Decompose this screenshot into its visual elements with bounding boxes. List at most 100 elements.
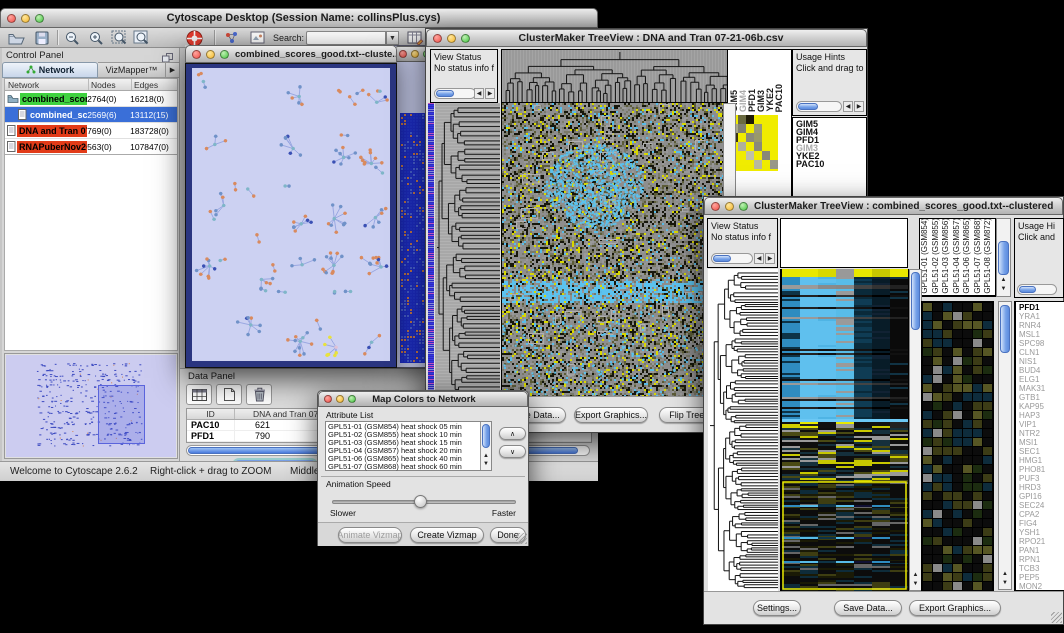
scroll-left-icon[interactable]: ◀ (754, 253, 764, 264)
scroll-down-icon[interactable]: ▼ (910, 580, 921, 589)
scroll-left-icon[interactable]: ◀ (474, 88, 484, 99)
minimize-icon[interactable] (21, 14, 30, 23)
tv2-heatmap-canvas[interactable] (780, 269, 909, 591)
main-title-bar[interactable]: Cytoscape Desktop (Session Name: collins… (0, 8, 598, 28)
select-attributes-icon[interactable] (186, 384, 212, 405)
move-up-button[interactable]: ∧ (499, 427, 526, 440)
minimize-icon[interactable] (725, 202, 734, 211)
tv2-usage-scrollbar[interactable] (1017, 284, 1057, 295)
gene-label[interactable]: FIG4 (1019, 519, 1064, 528)
gene-label[interactable]: TCB3 (1019, 564, 1064, 573)
move-down-button[interactable]: ∨ (499, 445, 526, 458)
zoom-in-icon[interactable] (84, 29, 108, 47)
scroll-right-icon[interactable]: ▶ (765, 253, 775, 264)
close-icon[interactable] (7, 14, 16, 23)
zoom-window-icon[interactable] (739, 202, 748, 211)
animate-vizmap-button[interactable]: Animate Vizmap (338, 527, 402, 543)
network-list-row[interactable]: combined_sco2569(6)13112(15) (5, 107, 177, 123)
tabs-more-button[interactable]: ▶ (166, 62, 180, 78)
gene-label[interactable]: HRD3 (1019, 483, 1064, 492)
scroll-right-icon[interactable]: ▶ (854, 101, 864, 112)
tv2-zoom-vscrollbar[interactable]: ▲ ▼ (998, 301, 1012, 590)
gene-label[interactable]: PEP5 (1019, 573, 1064, 582)
delete-attribute-trash-icon[interactable] (246, 384, 272, 405)
settings-button[interactable]: Settings... (753, 600, 801, 616)
tv1-row-dendrogram-canvas[interactable] (435, 103, 500, 396)
save-icon[interactable] (30, 29, 54, 47)
zoom-window-icon[interactable] (348, 395, 356, 403)
network-list-row[interactable]: RNAPuberNov2+1563(0)107847(0) (5, 139, 177, 155)
save-data-button[interactable]: Save Data... (834, 600, 902, 616)
zoom-selected-icon[interactable] (130, 29, 154, 47)
gene-label[interactable]: PFD1 (1019, 303, 1064, 312)
tv1-usage-scrollbar[interactable] (796, 101, 842, 112)
new-attribute-icon[interactable] (216, 384, 242, 405)
resize-grip[interactable] (1051, 612, 1062, 623)
gene-label[interactable]: SPC98 (1019, 339, 1064, 348)
gene-label[interactable]: HAP3 (1019, 411, 1064, 420)
gene-label[interactable]: NTR2 (1019, 429, 1064, 438)
dialog-title-bar[interactable]: Map Colors to Network (318, 391, 528, 407)
id-column-header[interactable]: ID (187, 409, 235, 419)
treeview1-title-bar[interactable]: ClusterMaker TreeView : DNA and Tran 07-… (426, 29, 867, 47)
scroll-down-icon[interactable]: ▼ (481, 460, 491, 469)
zoom-window-icon[interactable] (220, 50, 229, 59)
zoom-out-icon[interactable] (60, 29, 84, 47)
tv1-mini-heatmap-canvas[interactable] (730, 115, 778, 171)
scroll-up-icon[interactable]: ▲ (910, 571, 921, 580)
close-icon[interactable] (192, 50, 201, 59)
tv1-column-dendrogram-canvas[interactable] (501, 49, 738, 103)
treeview2-title-bar[interactable]: ClusterMaker TreeView : combined_scores_… (704, 197, 1063, 215)
search-dropdown-button[interactable]: ▼ (386, 31, 399, 45)
gene-label[interactable]: MON2 (1019, 582, 1064, 591)
gene-label[interactable]: CPA2 (1019, 510, 1064, 519)
tab-network[interactable]: Network (2, 62, 98, 78)
close-icon[interactable] (433, 34, 442, 43)
open-file-icon[interactable] (4, 29, 28, 47)
zoom-fit-icon[interactable] (108, 29, 132, 47)
scroll-left-icon[interactable]: ◀ (843, 101, 853, 112)
minimize-icon[interactable] (336, 395, 344, 403)
gene-label[interactable]: YSH1 (1019, 528, 1064, 537)
tab-vizmapper[interactable]: VizMapper™ (98, 62, 166, 78)
gene-label[interactable]: SEC1 (1019, 447, 1064, 456)
gene-label[interactable]: YRA1 (1019, 312, 1064, 321)
scroll-down-icon[interactable]: ▼ (999, 579, 1011, 588)
tv1-status-scrollbar[interactable] (434, 88, 476, 99)
attribute-list-vscrollbar[interactable]: ▲ ▼ (480, 422, 491, 470)
tv2-zoom-heatmap-canvas[interactable] (921, 301, 994, 592)
zoom-window-icon[interactable] (461, 34, 470, 43)
network1-view-canvas[interactable] (192, 68, 390, 361)
scroll-down-icon[interactable]: ▼ (997, 285, 1010, 294)
gene-label[interactable]: PHO81 (1019, 465, 1064, 474)
scroll-up-icon[interactable]: ▲ (999, 570, 1011, 579)
gene-label[interactable]: MAK31 (1019, 384, 1064, 393)
gene-label[interactable]: RPO21 (1019, 537, 1064, 546)
gene-label[interactable]: GPI16 (1019, 492, 1064, 501)
gene-label[interactable]: KAP95 (1019, 402, 1064, 411)
slider-thumb[interactable] (414, 495, 427, 508)
close-icon[interactable] (399, 50, 407, 58)
minimize-icon[interactable] (411, 50, 419, 58)
gene-label[interactable]: PUF3 (1019, 474, 1064, 483)
gene-label[interactable]: BUD4 (1019, 366, 1064, 375)
attribute-list-item[interactable]: GPL51-07 (GSM868) heat shock 60 min (328, 463, 491, 471)
close-icon[interactable] (324, 395, 332, 403)
tv1-global-strip-canvas[interactable] (428, 103, 434, 396)
network-list-row[interactable]: combined_scores2764(0)16218(0) (5, 91, 177, 107)
tv2-column-labels-vscrollbar[interactable]: ▲ ▼ (996, 218, 1011, 297)
search-input[interactable] (306, 31, 386, 45)
network-list-row[interactable]: DNA and Tran 07769(0)183728(0) (5, 123, 177, 139)
gene-label[interactable]: MSL1 (1019, 330, 1064, 339)
network-overview-canvas[interactable] (6, 355, 176, 457)
scroll-up-icon[interactable]: ▲ (997, 276, 1010, 285)
export-graphics-button[interactable]: Export Graphics... (909, 600, 1001, 616)
export-graphics-button[interactable]: Export Graphics... (574, 407, 648, 423)
tv1-heatmap-canvas[interactable] (501, 103, 723, 396)
gene-label[interactable]: HMG1 (1019, 456, 1064, 465)
tv2-row-dendrogram-canvas[interactable] (708, 269, 778, 591)
tv2-status-scrollbar[interactable] (711, 253, 753, 264)
minimize-icon[interactable] (206, 50, 215, 59)
gene-label[interactable]: RPN1 (1019, 555, 1064, 564)
gene-label[interactable]: VIP1 (1019, 420, 1064, 429)
